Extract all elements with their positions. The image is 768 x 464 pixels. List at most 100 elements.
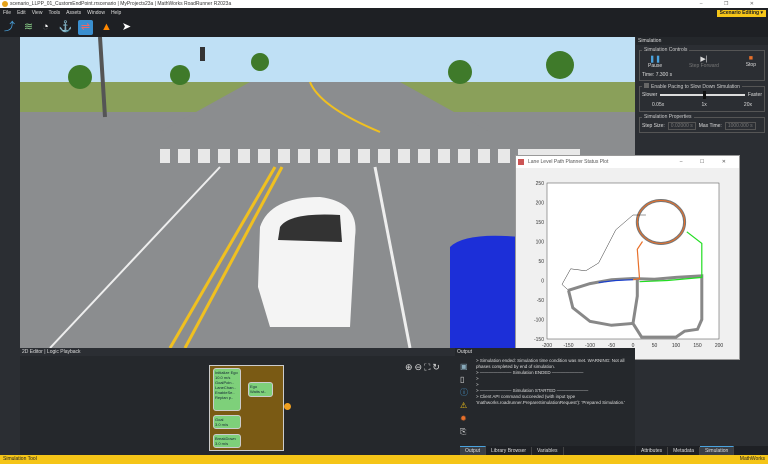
tick-min: 0.05x <box>652 102 665 108</box>
output-tabs: Output Library Browser Variables <box>460 446 635 456</box>
warning-filter-icon[interactable]: ⚠ <box>460 399 470 412</box>
pause-label: Pause <box>648 63 663 69</box>
output-sidebar: ▣ ▯ ⓘ ⚠ ✹ ⎘ <box>460 360 470 438</box>
step-size-input[interactable]: 0.02000 s <box>667 122 696 130</box>
select-tool-icon[interactable]: ➤ <box>119 20 134 35</box>
x-tick-label: 200 <box>715 343 724 349</box>
pause-icon: ❚❚ <box>649 56 661 63</box>
faster-label: Faster <box>747 92 762 98</box>
mode-dropdown[interactable]: Scenario Editing ▾ <box>716 10 766 17</box>
stop-button[interactable]: ■ Stop <box>746 55 756 69</box>
y-tick-label: 200 <box>536 201 545 207</box>
status-text: Simulation Tool <box>3 456 37 462</box>
toolbar: ⤴ ≋ ◔ ⚓ ⇌ ▲ ➤ <box>0 18 768 37</box>
pacing-label: Enable Pacing to Slow Down Simulation <box>651 84 740 90</box>
y-tick-label: -50 <box>537 298 544 304</box>
logic-tool-icon[interactable]: ⇌ <box>78 20 93 35</box>
pacing-slider[interactable] <box>660 91 745 99</box>
status-bar: Simulation Tool MathWorks <box>0 455 768 464</box>
y-tick-label: 250 <box>536 181 545 187</box>
window-title: scenario_LLPP_01_CustomEndPoint.rrscenar… <box>10 1 232 7</box>
slower-label: Slower <box>642 92 658 98</box>
y-tick-label: 0 <box>541 279 544 285</box>
simulation-controls: Simulation Controls ❚❚ Pause ▶| Step Forwa… <box>639 47 765 81</box>
properties-legend: Simulation Properties <box>644 114 692 120</box>
step-size-label: Step Size: <box>642 123 665 129</box>
node-goal[interactable]: Goal 3.0 m/s <box>213 415 241 429</box>
right-tabs: Attributes Metadata Simulation <box>636 446 768 456</box>
copy-icon[interactable]: ⎘ <box>460 425 470 438</box>
menu-help[interactable]: Help <box>111 10 121 16</box>
menu-assets[interactable]: Assets <box>66 10 81 16</box>
left-sidebar <box>0 37 20 348</box>
tick-max: 20x <box>743 102 752 108</box>
y-tick-label: 100 <box>536 240 545 246</box>
save-icon[interactable]: ▣ <box>460 360 470 373</box>
x-tick-label: 100 <box>672 343 681 349</box>
info-filter-icon[interactable]: ⓘ <box>460 386 470 399</box>
y-tick-label: -150 <box>534 337 544 343</box>
node-item: Waits st.. <box>250 389 267 394</box>
output-title: Output <box>455 348 635 356</box>
simulation-panel-title: Simulation <box>636 37 768 45</box>
pause-button[interactable]: ❚❚ Pause <box>648 55 662 69</box>
node-initialize-ego[interactable]: Initialize Ego 10.0 m/s GoalPoin.. LaneChan… <box>213 368 241 411</box>
menu-tools[interactable]: Tools <box>48 10 60 16</box>
menu-file[interactable]: File <box>3 10 11 16</box>
anchor-tool-icon[interactable]: ⚓ <box>58 20 73 35</box>
node-item: Replan p.. <box>215 395 234 400</box>
plot-window-titlebar: Lane Level Path Planner Status Plot – ☐ ✕ <box>516 156 739 168</box>
tab-simulation[interactable]: Simulation <box>699 446 735 455</box>
tab-output[interactable]: Output <box>460 446 487 455</box>
node-item: 3.0 m/s <box>215 441 229 446</box>
cone-tool-icon[interactable]: ▲ <box>99 20 114 35</box>
path-tool-icon[interactable]: ⤴ <box>2 20 17 35</box>
tick-mid: 1x <box>701 102 707 108</box>
output-panel: Output ▣ ▯ ⓘ ⚠ ✹ ⎘ > Simulation ended: Simula… <box>455 348 635 456</box>
y-tick-label: 50 <box>538 259 544 265</box>
node-ego[interactable]: Ego Waits st.. <box>248 382 273 397</box>
logic-editor: 2D Editor | Logic Playback ⊕⊖⛶↻ Initiali… <box>20 348 455 455</box>
max-time-input[interactable]: 1000.000 s <box>724 122 756 130</box>
menu-window[interactable]: Window <box>87 10 105 16</box>
output-log: > Simulation ended: Simulation time cond… <box>476 358 631 406</box>
node-item: 3.0 m/s <box>215 422 229 427</box>
log-line: > Client API command succeeded (with inp… <box>476 394 626 405</box>
logic-graph[interactable]: Initialize Ego 10.0 m/s GoalPoin.. LaneChan… <box>209 365 284 451</box>
simulation-controls-legend: Simulation Controls <box>644 47 688 53</box>
step-forward-label: Step Forward <box>688 63 719 69</box>
window-controls[interactable]: – ❐ ✕ <box>700 0 764 8</box>
y-tick-label: 150 <box>536 220 545 226</box>
step-forward-icon: ▶| <box>700 56 708 63</box>
clear-icon[interactable]: ▯ <box>460 373 470 386</box>
zoom-controls[interactable]: ⊕⊖⛶↻ <box>405 362 442 373</box>
x-tick-label: 50 <box>652 343 658 349</box>
y-tick-label: -100 <box>534 318 544 324</box>
node-breakdown[interactable]: BreakDown 3.0 m/s <box>213 434 241 448</box>
x-tick-label: 150 <box>693 343 702 349</box>
plot-window-title: Lane Level Path Planner Status Plot <box>528 159 609 165</box>
menu-edit[interactable]: Edit <box>17 10 26 16</box>
step-forward-button[interactable]: ▶| Step Forward <box>689 55 719 69</box>
stop-label: Stop <box>745 62 756 68</box>
log-line: > Simulation ended: Simulation time cond… <box>476 358 625 369</box>
time-label: Time: <box>642 72 655 78</box>
timing-tool-icon[interactable]: ◔ <box>38 20 53 35</box>
pacing-slider-handle[interactable] <box>702 91 706 99</box>
end-node[interactable] <box>284 403 291 410</box>
plot-window-controls[interactable]: – ☐ ✕ <box>680 156 734 168</box>
simulation-properties: Simulation Properties Step Size: 0.02000 … <box>639 114 765 133</box>
editor-title: 2D Editor | Logic Playback <box>20 348 455 356</box>
layers-tool-icon[interactable]: ≋ <box>21 20 36 35</box>
max-time-label: Max Time: <box>698 123 722 129</box>
plot-window: Lane Level Path Planner Status Plot – ☐ ✕… <box>515 155 740 360</box>
path-planner-plot: -200 -150 -100 -50 0 50 100 150 200-150-100-5005… <box>534 181 724 349</box>
matlab-figure-icon <box>518 159 524 165</box>
menu-view[interactable]: View <box>32 10 43 16</box>
pacing-checkbox[interactable] <box>644 83 649 88</box>
stop-icon: ■ <box>748 55 753 62</box>
error-filter-icon[interactable]: ✹ <box>460 412 470 425</box>
pacing-group: Enable Pacing to Slow Down Simulation Sl… <box>639 83 765 112</box>
app-icon <box>2 1 8 7</box>
time-value: 7.300 s <box>655 72 673 78</box>
